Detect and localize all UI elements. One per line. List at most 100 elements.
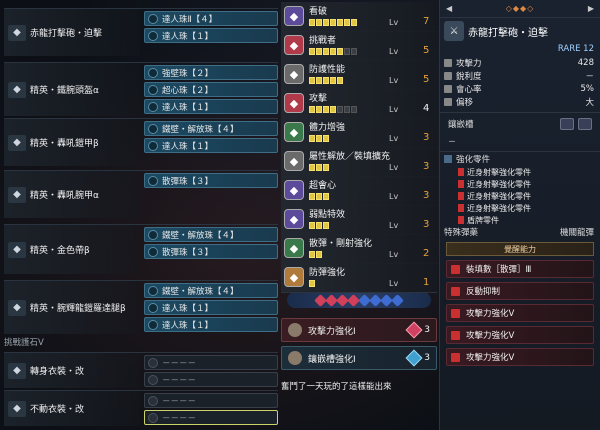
weapon-name: 赤龍打擊砲・迫擊 bbox=[468, 27, 548, 39]
skill-name: 防護性能 bbox=[309, 65, 346, 75]
skill-level-bar bbox=[309, 19, 357, 26]
jewel-slots: 散彈珠【３】 bbox=[144, 171, 278, 188]
empty-slot[interactable]: －－－－ bbox=[144, 372, 278, 387]
equipment-row[interactable]: ◆ 精英・鐵腕頭盔α 強壁珠【２】 超心珠【２】 達人珠【１】 bbox=[4, 62, 278, 116]
layered-slot[interactable]: ◆ 轉身衣裝・改 bbox=[4, 353, 140, 388]
jewel-slot[interactable]: 達人珠【１】 bbox=[144, 300, 278, 315]
jewel-slot[interactable]: 散彈珠【３】 bbox=[144, 244, 278, 259]
stat-list: 攻擊力 428 銳利度 － 會心率 5% 偏移 大 bbox=[440, 56, 600, 108]
empty-slot[interactable]: －－－－ bbox=[144, 393, 278, 408]
awakened-ability[interactable]: 反動抑制 bbox=[446, 282, 594, 300]
jewel-slot[interactable]: 散彈珠【３】 bbox=[144, 173, 278, 188]
slot-section: 鑲嵌槽 － bbox=[440, 112, 600, 147]
jewel-slot[interactable]: 達人珠Ⅱ【４】 bbox=[144, 11, 278, 26]
set-bonus-attack[interactable]: 攻擊力強化Ⅰ 3 bbox=[281, 318, 437, 342]
layered-armor-row[interactable]: ◆ 不動衣裝・改 －－－－ －－－－ bbox=[4, 390, 278, 426]
equipment-slot[interactable]: ◆ 精英・腕輝龍鎧羅達腿β bbox=[4, 281, 140, 334]
layered-armor-icon: ◆ bbox=[8, 362, 26, 379]
equipment-slot[interactable]: ◆ 精英・金色帶β bbox=[4, 225, 140, 274]
next-arrow-icon[interactable]: ▶ bbox=[588, 4, 594, 13]
equipment-slot[interactable]: ◆ 精英・轟吼鎧甲β bbox=[4, 119, 140, 166]
skill-pip bbox=[309, 19, 315, 26]
jewel-icon bbox=[148, 84, 158, 95]
equipment-name: 精英・金色帶β bbox=[30, 246, 90, 256]
set-bonus-slot[interactable]: 鑲嵌槽強化Ⅰ 3 bbox=[281, 346, 437, 370]
part-icon bbox=[458, 192, 464, 200]
jewel-slot[interactable]: 達人珠【１】 bbox=[144, 317, 278, 332]
level-label: Lv bbox=[389, 18, 399, 27]
skill-icon: ◆ bbox=[284, 209, 304, 229]
stat-row: 銳利度 － bbox=[440, 69, 600, 82]
skill-pip bbox=[323, 48, 329, 55]
skill-pip bbox=[316, 135, 322, 142]
jewel-slot[interactable]: 達人珠【１】 bbox=[144, 99, 278, 114]
jewel-slot[interactable]: 鐵壁・解放珠【４】 bbox=[144, 283, 278, 298]
skill-row[interactable]: ◆ 弱點特效 Lv 3 bbox=[281, 205, 437, 235]
stat-label: 銳利度 bbox=[456, 71, 482, 82]
skill-row[interactable]: ◆ 攻擊 Lv 4 bbox=[281, 89, 437, 119]
skill-level-bar bbox=[309, 106, 357, 113]
jewel-slot[interactable]: 強壁珠【２】 bbox=[144, 65, 278, 80]
slot-icon bbox=[148, 395, 158, 406]
skill-pip bbox=[337, 77, 343, 84]
equipment-row[interactable]: ◆ 精英・腕輝龍鎧羅達腿β 鐵壁・解放珠【４】 達人珠【１】 達人珠【１】 bbox=[4, 280, 278, 334]
ability-icon bbox=[451, 264, 460, 274]
stat-icon bbox=[444, 71, 452, 80]
layered-slot[interactable]: ◆ 不動衣裝・改 bbox=[4, 391, 140, 426]
skill-row[interactable]: ◆ 防護性能 Lv 5 bbox=[281, 60, 437, 90]
skill-row[interactable]: ◆ 看破 Lv 7 bbox=[281, 2, 437, 32]
skill-level-bar bbox=[309, 48, 357, 55]
skill-level-bar bbox=[309, 164, 329, 171]
awakening-button[interactable]: 覺醒能力 bbox=[446, 242, 594, 256]
level-label: Lv bbox=[389, 163, 399, 172]
equipment-slot[interactable]: ◆ 赤龍打擊砲・迫擊 bbox=[4, 9, 140, 56]
equipment-row[interactable]: ◆ 精英・金色帶β 鐵壁・解放珠【４】 散彈珠【３】 bbox=[4, 224, 278, 274]
skill-row[interactable]: ◆ 屬性解放／裝填擴充 Lv 3 bbox=[281, 147, 437, 177]
rarity: RARE 12 bbox=[557, 44, 594, 54]
jewel-slot[interactable]: 超心珠【２】 bbox=[144, 82, 278, 97]
level-number: 5 bbox=[423, 45, 430, 56]
skill-row[interactable]: ◆ 超會心 Lv 3 bbox=[281, 176, 437, 206]
skill-row[interactable]: ◆ 防彈強化 Lv 1 bbox=[281, 263, 437, 293]
empty-slot[interactable]: －－－－ bbox=[144, 355, 278, 370]
skill-name: 體力增強 bbox=[309, 123, 346, 133]
skill-level-bar bbox=[309, 77, 343, 84]
skill-row[interactable]: ◆ 挑戰者 Lv 5 bbox=[281, 31, 437, 61]
jewel-slot[interactable]: 鐵壁・解放珠【４】 bbox=[144, 227, 278, 242]
empty-slot[interactable]: －－－－ bbox=[144, 410, 278, 425]
jewel-slot[interactable]: 達人珠【１】 bbox=[144, 28, 278, 43]
bonus-icon bbox=[288, 323, 302, 337]
part-icon bbox=[458, 168, 464, 176]
equipment-slot[interactable]: ◆ 精英・轟吼腕甲α bbox=[4, 171, 140, 218]
slot-row: 鑲嵌槽 bbox=[440, 113, 600, 135]
jewel-slot[interactable]: 達人珠【１】 bbox=[144, 138, 278, 153]
ability-label: 裝填數［散彈］Ⅲ bbox=[466, 265, 532, 275]
skill-row[interactable]: ◆ 體力增強 Lv 3 bbox=[281, 118, 437, 148]
charm-header[interactable]: 挑戰護石Ⅴ bbox=[4, 335, 134, 349]
augment-parts-section: 強化零件 近身射擊強化零件 近身射擊強化零件 近身射擊強化零件 近身射擊強化零件 盾牌零… bbox=[440, 151, 600, 226]
awakened-ability[interactable]: 裝填數［散彈］Ⅲ bbox=[446, 260, 594, 278]
slot-label: －－－－ bbox=[162, 413, 197, 424]
equipment-row[interactable]: ◆ 精英・轟吼鎧甲β 鐵壁・解放珠【４】 達人珠【１】 bbox=[4, 118, 278, 166]
layered-armor-row[interactable]: ◆ 轉身衣裝・改 －－－－ －－－－ bbox=[4, 352, 278, 388]
jewel-icon bbox=[148, 67, 158, 78]
awakened-ability[interactable]: 攻擊力強化Ⅴ bbox=[446, 348, 594, 366]
awakened-ability[interactable]: 攻擊力強化Ⅴ bbox=[446, 326, 594, 344]
slot-label: －－－－ bbox=[162, 396, 197, 407]
equipment-slot[interactable]: ◆ 精英・鐵腕頭盔α bbox=[4, 63, 140, 116]
equipment-name: 精英・鐵腕頭盔α bbox=[30, 86, 99, 96]
jewel-icon bbox=[148, 285, 158, 296]
skill-pip bbox=[309, 280, 315, 287]
layered-slots: －－－－ －－－－ bbox=[144, 353, 278, 387]
awakened-ability[interactable]: 攻擊力強化Ⅴ bbox=[446, 304, 594, 322]
slot-chips bbox=[560, 118, 592, 130]
equipment-row[interactable]: ◆ 精英・轟吼腕甲α 散彈珠【３】 bbox=[4, 170, 278, 218]
layered-armor-name: 轉身衣裝・改 bbox=[30, 367, 85, 377]
skill-row[interactable]: ◆ 散彈・剛射強化 Lv 2 bbox=[281, 234, 437, 264]
equipment-row[interactable]: ◆ 赤龍打擊砲・迫擊 達人珠Ⅱ【４】 達人珠【１】 bbox=[4, 8, 278, 56]
jewel-slot[interactable]: 鐵壁・解放珠【４】 bbox=[144, 121, 278, 136]
prev-arrow-icon[interactable]: ◀ bbox=[446, 4, 452, 13]
jewel-icon bbox=[148, 175, 158, 186]
skill-level-bar bbox=[309, 280, 315, 287]
chest-icon: ◆ bbox=[8, 134, 26, 151]
